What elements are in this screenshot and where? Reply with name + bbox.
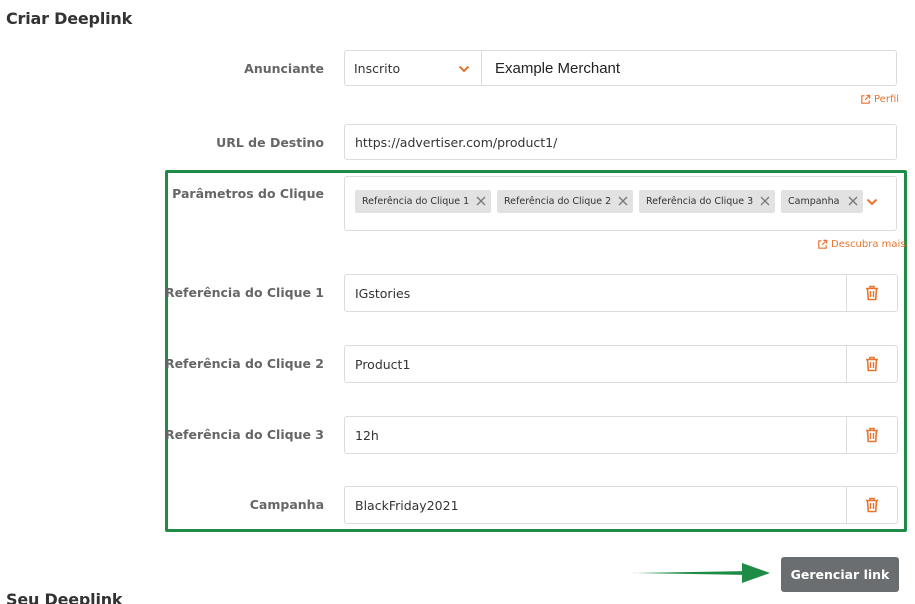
arrow-right-icon — [632, 563, 770, 583]
tag-click-ref-3: Referência do Clique 3 — [639, 190, 775, 213]
click-ref-3-value: 12h — [355, 428, 379, 443]
trash-icon — [866, 497, 878, 513]
destination-url-input[interactable]: https://advertiser.com/product1/ — [344, 124, 897, 160]
delete-click-ref-1-button[interactable] — [846, 274, 898, 312]
merchant-field[interactable]: Example Merchant — [481, 50, 897, 86]
trash-icon — [866, 285, 878, 301]
chevron-down-icon[interactable] — [866, 198, 878, 206]
destination-url-value: https://advertiser.com/product1/ — [355, 135, 558, 150]
learn-more-label: Descubra mais. — [831, 239, 909, 250]
tag-click-ref-2: Referência do Clique 2 — [497, 190, 633, 213]
close-icon[interactable] — [759, 195, 771, 207]
advertiser-status-value: Inscrito — [354, 61, 401, 76]
click-ref-2-label: Referência do Clique 2 — [164, 356, 324, 371]
trash-icon — [866, 427, 878, 443]
click-ref-2-value: Product1 — [355, 357, 411, 372]
click-params-label: Parâmetros do Clique — [172, 186, 324, 201]
learn-more-link[interactable]: Descubra mais. — [817, 239, 909, 250]
close-icon[interactable] — [475, 195, 487, 207]
delete-campaign-button[interactable] — [846, 486, 898, 524]
campaign-label: Campanha — [249, 497, 324, 512]
section-title: Seu Deeplink — [6, 590, 123, 604]
advertiser-status-select[interactable]: Inscrito — [344, 50, 482, 86]
profile-link[interactable]: Perfil — [860, 94, 899, 105]
close-icon[interactable] — [847, 195, 859, 207]
click-ref-1-value: IGstories — [355, 286, 411, 301]
profile-link-label: Perfil — [874, 94, 900, 105]
click-params-multiselect[interactable]: Referência do Clique 1 Referência do Cli… — [344, 176, 897, 231]
campaign-input[interactable]: BlackFriday2021 — [344, 486, 847, 524]
external-link-icon — [818, 239, 828, 249]
tag-campaign: Campanha — [781, 190, 863, 213]
merchant-value: Example Merchant — [495, 60, 621, 77]
tag-label: Referência do Clique 2 — [504, 196, 612, 207]
tag-label: Referência do Clique 1 — [362, 196, 470, 207]
delete-click-ref-3-button[interactable] — [846, 416, 898, 454]
click-ref-2-input[interactable]: Product1 — [344, 345, 847, 383]
advertiser-label: Anunciante — [244, 61, 324, 76]
manage-link-button[interactable]: Gerenciar link — [781, 557, 899, 592]
external-link-icon — [861, 94, 871, 104]
tag-label: Campanha — [788, 196, 840, 207]
click-ref-1-input[interactable]: IGstories — [344, 274, 847, 312]
campaign-value: BlackFriday2021 — [355, 498, 459, 513]
click-ref-3-label: Referência do Clique 3 — [164, 427, 324, 442]
click-ref-3-input[interactable]: 12h — [344, 416, 847, 454]
tag-label: Referência do Clique 3 — [646, 196, 754, 207]
close-icon[interactable] — [617, 195, 629, 207]
destination-url-label: URL de Destino — [216, 135, 324, 150]
delete-click-ref-2-button[interactable] — [846, 345, 898, 383]
page-title: Criar Deeplink — [6, 9, 133, 28]
trash-icon — [866, 356, 878, 372]
tag-click-ref-1: Referência do Clique 1 — [355, 190, 491, 213]
click-ref-1-label: Referência do Clique 1 — [164, 285, 324, 300]
chevron-down-icon — [458, 65, 470, 73]
